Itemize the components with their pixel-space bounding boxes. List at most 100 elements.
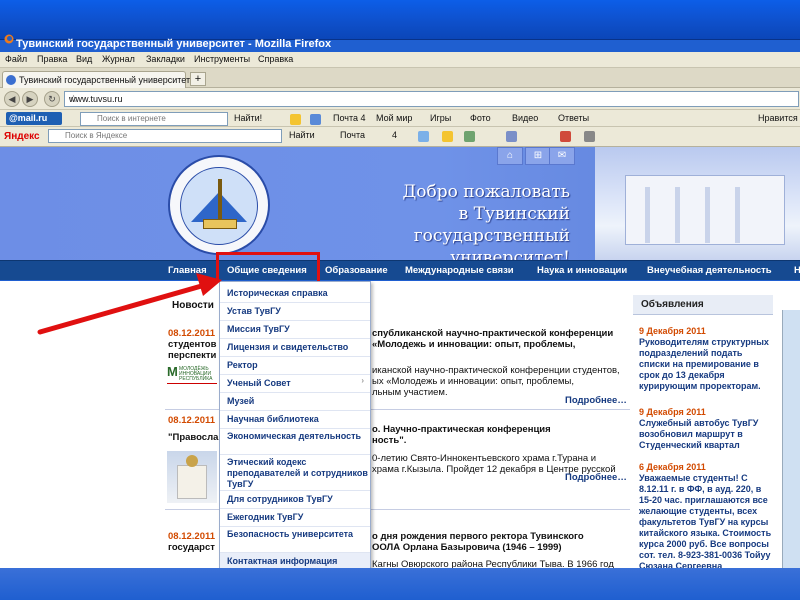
news-title[interactable]: ООЛА Орлана Базыровича (1946 – 1999) [372, 542, 562, 553]
dropdown-item-economic[interactable]: Экономическая деятельность [220, 429, 370, 455]
news-title[interactable]: «Молодежь и инновации: опыт, проблемы, [372, 339, 575, 350]
news-date: 08.12.2011 [168, 328, 216, 339]
column [645, 187, 650, 243]
bookmark-star-icon[interactable]: ☆ [69, 94, 768, 105]
site-header: ⌂ ⊞ ✉ Добро пожаловать в Тувинский госуд… [0, 147, 800, 260]
sitemap-icon[interactable]: ⊞ [525, 147, 551, 165]
dropdown-item-charter[interactable]: Устав ТувГУ [220, 303, 370, 321]
nav-international[interactable]: Международные связи [405, 265, 514, 276]
translate-icon[interactable] [464, 131, 475, 142]
yandex-toolbar: Яндекс Поиск в Яндексе Найти Почта 4 [0, 127, 800, 147]
university-emblem[interactable] [168, 155, 270, 255]
mailru-like[interactable]: Нравится [758, 113, 798, 123]
menu-help[interactable]: Справка [258, 54, 293, 64]
yandex-search-input[interactable]: Поиск в Яндексе [48, 129, 282, 143]
read-more-link[interactable]: Подробнее… [565, 395, 627, 406]
announcement-date: 6 Декабря 2011 [639, 462, 706, 472]
dropdown-item-history[interactable]: Историческая справка [220, 285, 370, 303]
menubar: Файл Правка Вид Журнал Закладки Инструме… [0, 52, 800, 68]
mailru-find-button[interactable]: Найти! [234, 113, 262, 123]
column [705, 187, 710, 243]
mailru-logo[interactable]: @mail.ru [6, 112, 62, 125]
announcement-text: Руководителям структурных подразделений … [639, 337, 769, 391]
forward-icon[interactable]: ▶ [22, 91, 38, 107]
dropdown-item-academic-council[interactable]: Ученый Совет › [220, 375, 370, 393]
mailru-my-world[interactable]: Мой мир [376, 113, 412, 123]
globe-icon [6, 75, 16, 85]
mailru-mail[interactable]: Почта 4 [333, 113, 366, 123]
news-title[interactable]: о. Научно-практическая конференция [372, 424, 551, 435]
dropdown-item-yearbook[interactable]: Ежегодник ТувГУ [220, 509, 370, 527]
read-more-link[interactable]: Подробнее… [565, 472, 627, 483]
tab-strip: Тувинский государственный университет + [0, 68, 800, 88]
dropdown-item-staff[interactable]: Для сотрудников ТувГУ [220, 491, 370, 509]
yandex-search-placeholder: Поиск в Яндексе [65, 131, 128, 140]
dropdown-item-museum[interactable]: Музей [220, 393, 370, 411]
app-icon[interactable] [560, 131, 571, 142]
tab-tuvsu[interactable]: Тувинский государственный университет [2, 71, 190, 88]
news-title[interactable]: студентов [168, 339, 216, 350]
weather-icon[interactable] [418, 131, 429, 142]
news-title[interactable]: ность". [372, 435, 406, 446]
reload-icon[interactable]: ↻ [44, 91, 60, 107]
bookmarks-icon[interactable] [506, 131, 517, 142]
menu-view[interactable]: Вид [76, 54, 92, 64]
menu-history[interactable]: Журнал [102, 54, 135, 64]
dropdown-item-mission[interactable]: Миссия ТувГУ [220, 321, 370, 339]
menu-edit[interactable]: Правка [37, 54, 67, 64]
dropdown-item-rector[interactable]: Ректор [220, 357, 370, 375]
column [675, 187, 680, 243]
news-title[interactable]: перспекти [168, 350, 216, 361]
dropdown-item-library[interactable]: Научная библиотека [220, 411, 370, 429]
yandex-find-button[interactable]: Найти [289, 130, 315, 140]
welcome-line-1: Добро пожаловать [402, 182, 570, 202]
back-icon[interactable]: ◀ [4, 91, 20, 107]
news-body: 0-летию Свято-Иннокентьевского храма г.Т… [372, 453, 597, 464]
menu-file[interactable]: Файл [5, 54, 27, 64]
mailru-photo[interactable]: Фото [470, 113, 491, 123]
news-title[interactable]: государст [168, 542, 215, 553]
pencil-icon[interactable] [290, 114, 301, 125]
gear-icon[interactable] [584, 131, 595, 142]
nav-more[interactable]: Н [794, 265, 800, 276]
main-navigation: Главная Общие сведения Образование Между… [0, 252, 800, 287]
news-title[interactable]: о дня рождения первого ректора Тувинског… [372, 531, 584, 542]
tab-title: Тувинский государственный университет [19, 75, 191, 85]
announcement-date: 9 Декабря 2011 [639, 407, 706, 417]
announcement-text: Служебный автобус ТувГУ возобновил маршр… [639, 418, 759, 450]
page-icon[interactable] [310, 114, 321, 125]
announcement-item[interactable]: 6 Декабря 2011 Уважаемые студенты! С 8.1… [639, 462, 773, 572]
nav-home[interactable]: Главная [168, 265, 207, 276]
mailru-answers[interactable]: Ответы [558, 113, 589, 123]
news-title[interactable]: спубликанской научно-практической конфер… [372, 328, 613, 339]
new-tab-button[interactable]: + [190, 72, 206, 86]
news-title[interactable]: "Правосла [168, 432, 218, 443]
menu-tools[interactable]: Инструменты [194, 54, 250, 64]
emblem-obelisk [218, 179, 222, 221]
campus-photo [595, 147, 800, 260]
side-banner[interactable] [782, 310, 800, 570]
dropdown-item-ethics-code[interactable]: Этический кодекс преподавателей и сотруд… [220, 455, 370, 491]
nav-science[interactable]: Наука и инновации [537, 265, 627, 276]
announcement-item[interactable]: 9 Декабря 2011 Служебный автобус ТувГУ в… [639, 407, 773, 451]
announcement-date: 9 Декабря 2011 [639, 326, 706, 336]
announcement-item[interactable]: 9 Декабря 2011 Руководителям структурных… [639, 326, 773, 392]
url-bar[interactable]: www.tuvsu.ru ☆ [64, 91, 799, 107]
mail-icon[interactable]: ✉ [549, 147, 575, 165]
innovation-logo-text: МОЛОДЁЖЬ ИННОВАЦИИ РЕСПУБЛИКА [179, 366, 213, 382]
dropdown-item-security[interactable]: Безопасность университета [220, 527, 370, 553]
general-info-dropdown: Историческая справка Устав ТувГУ Миссия … [219, 281, 371, 571]
nav-extracurricular[interactable]: Внеучебная деятельность [647, 265, 772, 276]
announcements-heading: Объявления [633, 295, 773, 315]
star-icon[interactable] [442, 131, 453, 142]
announcements-sidebar: Объявления 9 Декабря 2011 Руководителям … [633, 295, 773, 571]
yandex-mail[interactable]: Почта [340, 130, 365, 140]
yandex-logo[interactable]: Яндекс [4, 131, 40, 142]
dropdown-item-license[interactable]: Лицензия и свидетельство [220, 339, 370, 357]
nav-education[interactable]: Образование [325, 265, 388, 276]
mailru-games[interactable]: Игры [430, 113, 451, 123]
home-icon[interactable]: ⌂ [497, 147, 523, 165]
mailru-search-input[interactable]: Поиск в интернете [80, 112, 228, 126]
mailru-video[interactable]: Видео [512, 113, 538, 123]
menu-bookmarks[interactable]: Закладки [146, 54, 185, 64]
